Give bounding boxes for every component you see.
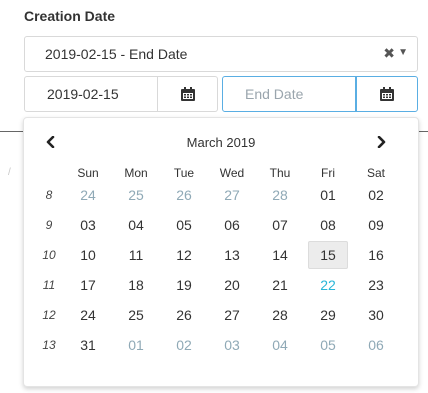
start-date-group: [24, 76, 218, 112]
day-cell[interactable]: 30: [352, 300, 400, 330]
calendar-icon: [180, 87, 195, 101]
day-cell[interactable]: 06: [208, 210, 256, 240]
day-cell[interactable]: 14: [256, 240, 304, 270]
selected-day-label: 15: [308, 241, 348, 269]
day-cell[interactable]: 26: [160, 180, 208, 210]
day-cell[interactable]: 06: [352, 330, 400, 360]
next-month-button[interactable]: [370, 130, 394, 154]
day-cell[interactable]: 25: [112, 300, 160, 330]
day-cell[interactable]: 13: [208, 240, 256, 270]
day-cell[interactable]: 10: [64, 240, 112, 270]
day-grid: Sun Mon Tue Wed Thu Fri Sat 8 24 25 26 2…: [34, 166, 400, 360]
day-cell[interactable]: 01: [304, 180, 352, 210]
datepicker-header: March 2019: [24, 118, 418, 162]
start-calendar-button[interactable]: [158, 76, 218, 112]
day-cell[interactable]: 21: [256, 270, 304, 300]
day-cell[interactable]: 25: [112, 180, 160, 210]
day-cell[interactable]: 02: [160, 330, 208, 360]
week-number: 8: [45, 188, 53, 202]
week-row: 8 24 25 26 27 28 01 02: [34, 180, 400, 210]
week-number-header: [34, 166, 64, 180]
day-cell[interactable]: 12: [160, 240, 208, 270]
day-cell[interactable]: 05: [160, 210, 208, 240]
day-cell[interactable]: 23: [352, 270, 400, 300]
calendar-icon: [380, 87, 394, 101]
weekday-header: Fri: [321, 166, 335, 180]
background-mark: /: [8, 167, 11, 178]
day-cell[interactable]: 03: [64, 210, 112, 240]
day-cell[interactable]: 29: [304, 300, 352, 330]
day-cell-selected[interactable]: 15: [304, 240, 352, 270]
day-cell[interactable]: 31: [64, 330, 112, 360]
week-number: 10: [42, 248, 56, 262]
day-cell[interactable]: 02: [352, 180, 400, 210]
week-number: 12: [42, 308, 56, 322]
weekday-header: Sat: [366, 166, 385, 180]
week-number: 9: [45, 218, 53, 232]
day-cell[interactable]: 11: [112, 240, 160, 270]
date-range-value: 2019-02-15 - End Date: [45, 46, 188, 62]
week-row: 11 17 18 19 20 21 22 23: [34, 270, 400, 300]
end-date-group: [222, 76, 418, 112]
week-number: 13: [42, 338, 56, 352]
weekday-header: Mon: [124, 166, 148, 180]
day-cell[interactable]: 16: [352, 240, 400, 270]
day-cell[interactable]: 20: [208, 270, 256, 300]
week-row: 9 03 04 05 06 07 08 09: [34, 210, 400, 240]
creation-date-label: Creation Date: [24, 8, 116, 24]
week-row: 13 31 01 02 03 04 05 06: [34, 330, 400, 360]
month-title[interactable]: March 2019: [24, 135, 418, 150]
day-cell[interactable]: 08: [304, 210, 352, 240]
day-cell[interactable]: 03: [208, 330, 256, 360]
day-cell-today[interactable]: 22: [304, 270, 352, 300]
day-cell[interactable]: 01: [112, 330, 160, 360]
caret-down-icon[interactable]: ▼: [398, 47, 408, 58]
datepicker-popup: March 2019 Sun Mon Tue Wed Thu Fri Sat 8…: [23, 117, 419, 387]
weekday-header: Thu: [269, 166, 291, 180]
start-date-input[interactable]: [24, 76, 158, 112]
weekday-header: Sun: [77, 166, 99, 180]
day-cell[interactable]: 04: [112, 210, 160, 240]
day-cell[interactable]: 18: [112, 270, 160, 300]
day-cell[interactable]: 27: [208, 180, 256, 210]
weekday-header: Tue: [173, 166, 195, 180]
end-calendar-button[interactable]: [356, 76, 418, 112]
day-cell[interactable]: 27: [208, 300, 256, 330]
weekday-header-row: Sun Mon Tue Wed Thu Fri Sat: [34, 166, 400, 180]
day-cell[interactable]: 24: [64, 300, 112, 330]
day-cell[interactable]: 28: [256, 300, 304, 330]
day-cell[interactable]: 26: [160, 300, 208, 330]
day-cell[interactable]: 05: [304, 330, 352, 360]
week-row: 10 10 11 12 13 14 15 16: [34, 240, 400, 270]
week-row: 12 24 25 26 27 28 29 30: [34, 300, 400, 330]
chevron-right-icon: [377, 136, 386, 148]
day-cell[interactable]: 28: [256, 180, 304, 210]
clear-icon[interactable]: ✖: [383, 45, 395, 62]
date-range-select[interactable]: 2019-02-15 - End Date ✖ ▼: [24, 36, 418, 72]
week-number: 11: [42, 278, 56, 292]
day-cell[interactable]: 24: [64, 180, 112, 210]
end-date-input[interactable]: [222, 76, 356, 112]
weekday-header: Wed: [219, 166, 245, 180]
day-cell[interactable]: 19: [160, 270, 208, 300]
day-cell[interactable]: 07: [256, 210, 304, 240]
day-cell[interactable]: 09: [352, 210, 400, 240]
day-cell[interactable]: 04: [256, 330, 304, 360]
day-cell[interactable]: 17: [64, 270, 112, 300]
